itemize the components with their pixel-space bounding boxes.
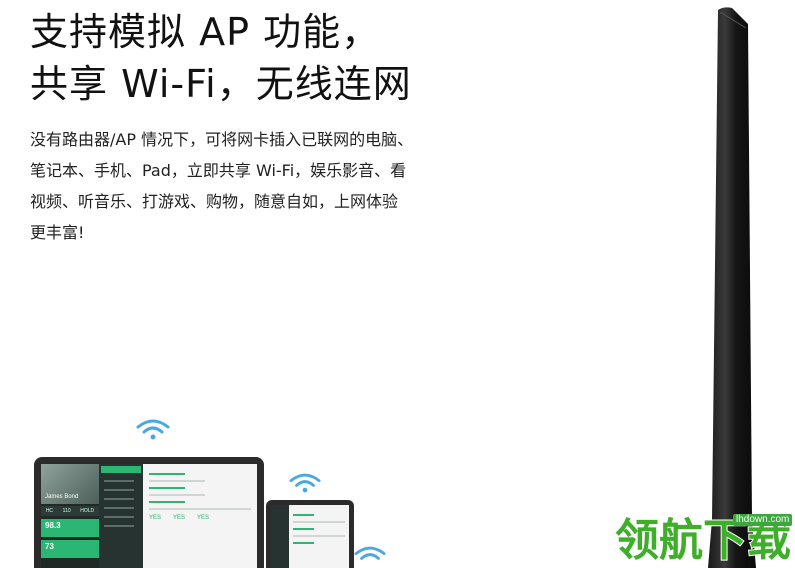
description-line-3: 视频、听音乐、打游戏、购物，随意自如，上网体验 [30,192,399,211]
content-panel: YES YES YES [143,464,257,568]
wifi-icon [136,419,170,440]
text-line [293,521,345,523]
wifi-icon [354,546,386,560]
menu-item [104,489,134,491]
menu-item [104,516,134,518]
headline-line-1: 支持模拟 AP 功能， [30,10,381,54]
tablet-sidebar [271,505,289,568]
description-line-1: 没有路由器/AP 情况下，可将网卡插入已联网的电脑、 [30,130,414,149]
value: YES [197,515,210,521]
text-line [293,542,314,544]
laptop-screen: James Bond HC 110 HOLD 98.3 73 YES YES Y… [41,464,257,568]
watermark-url: lhdown.com [733,514,793,526]
stat: HC [45,508,54,514]
headline-line-2: 共享 Wi-Fi，无线连网 [30,62,412,106]
tablet-content [289,505,349,568]
text-line [149,501,185,503]
avatar: James Bond [41,464,99,504]
menu-item [104,525,134,527]
description-line-4: 更丰富! [30,223,85,242]
text-line [149,494,206,496]
value: YES [149,515,162,521]
metric-tile: 98.3 [41,519,99,537]
menu-item [104,498,134,500]
profile-name: James Bond [45,494,79,500]
text-line [149,508,251,510]
text-line [293,535,345,537]
menu-panel [99,464,143,568]
text-line [149,473,185,475]
menu-header [101,466,141,473]
wifi-icon [289,473,321,493]
tablet-screen [271,505,349,568]
values-row: YES YES YES [149,515,251,521]
antenna-image [708,7,756,568]
text-line [293,528,314,530]
stat: 110 [62,508,71,514]
menu-item [104,507,134,509]
description: 没有路由器/AP 情况下，可将网卡插入已联网的电脑、 笔记本、手机、Pad，立即… [30,124,470,248]
value: YES [173,515,186,521]
tablet-device [266,500,354,568]
text-line [149,480,206,482]
metric-tile: 73 [41,540,99,558]
laptop-device: James Bond HC 110 HOLD 98.3 73 YES YES Y… [34,457,264,568]
headline: 支持模拟 AP 功能， 共享 Wi-Fi，无线连网 [30,6,550,110]
profile-panel: James Bond HC 110 HOLD 98.3 73 [41,464,99,568]
text-line [149,487,185,489]
stats-row: HC 110 HOLD [41,506,99,516]
text-line [293,514,314,516]
menu-item [104,480,134,482]
stat: HOLD [80,508,95,514]
description-line-2: 笔记本、手机、Pad，立即共享 Wi-Fi，娱乐影音、看 [30,161,407,180]
